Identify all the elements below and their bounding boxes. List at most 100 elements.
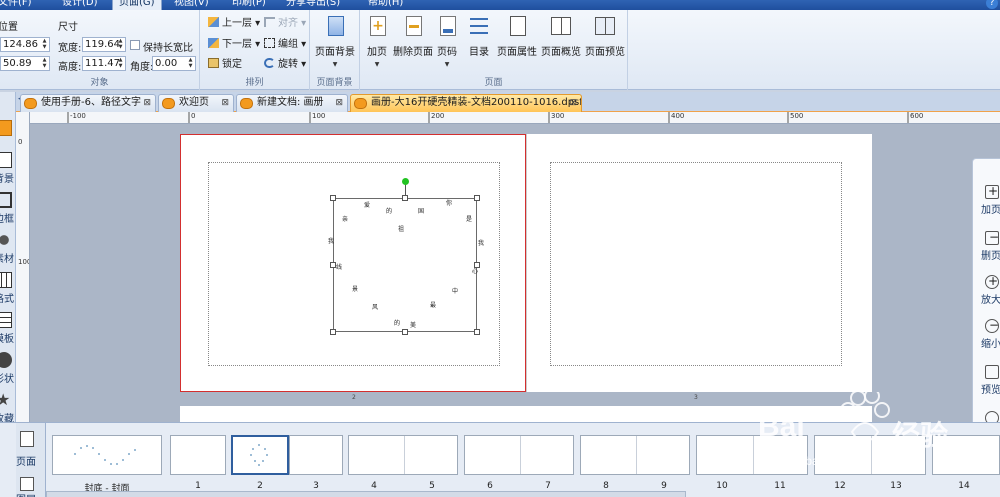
page-thumb[interactable] bbox=[932, 435, 1000, 475]
resize-handle[interactable] bbox=[474, 329, 480, 335]
resize-handle[interactable] bbox=[402, 329, 408, 335]
size-section-label: 尺寸 bbox=[58, 22, 78, 33]
menu-tab-print[interactable]: 印刷(P) bbox=[226, 0, 272, 10]
tool-shape[interactable]: 形状 bbox=[0, 348, 15, 388]
page-properties-button[interactable]: 页面属性 bbox=[494, 14, 540, 78]
keep-ratio-checkbox[interactable] bbox=[130, 40, 140, 50]
layer-panel-tab[interactable]: 图层 bbox=[16, 491, 36, 497]
path-text-char: 国 bbox=[418, 208, 425, 215]
tool-background[interactable]: 背景 bbox=[0, 148, 15, 188]
frame-icon bbox=[0, 192, 12, 208]
send-down-icon bbox=[208, 38, 219, 48]
doc-tab-new-album[interactable]: 新建文档: 画册 ⊠ bbox=[236, 94, 348, 112]
page-spread[interactable]: 我 亲 爱 的 祖 国 你 是 我 心 中 最 美 的 风 景 线 bbox=[180, 134, 872, 392]
doc-tab-welcome[interactable]: 欢迎页 ⊠ bbox=[158, 94, 234, 112]
resize-handle[interactable] bbox=[402, 195, 408, 201]
width-label: 宽度: bbox=[58, 43, 82, 54]
ruler-label: 100 bbox=[18, 258, 29, 266]
panel-zoom-in-button[interactable]: + 放大 bbox=[981, 274, 1000, 319]
lock-button[interactable]: 锁定 bbox=[208, 57, 242, 72]
page-overview-button[interactable]: 页面概览 bbox=[538, 14, 584, 78]
ruler-label: 600 bbox=[910, 112, 924, 120]
tool-template[interactable]: 模板 bbox=[0, 308, 15, 348]
ruler-label: -100 bbox=[70, 112, 86, 120]
format-icon bbox=[0, 272, 12, 288]
document-icon bbox=[240, 98, 253, 109]
panel-add-page-button[interactable]: + 加页 bbox=[981, 184, 1000, 229]
tool-format[interactable]: 格式 bbox=[0, 268, 15, 308]
menu-tab-page[interactable]: 页面(G) bbox=[112, 0, 162, 10]
page-preview-button[interactable]: 页面预览 bbox=[582, 14, 628, 78]
menu-tab-design[interactable]: 设计(D) bbox=[56, 0, 104, 10]
panel-zoom-out-button[interactable]: − 缩小 bbox=[981, 318, 1000, 363]
page-panel-icon[interactable] bbox=[20, 431, 34, 447]
page-background-button[interactable]: 页面背景 ▼ bbox=[312, 14, 358, 78]
width-input[interactable]: 119.64 ▲ ▼ bbox=[82, 37, 126, 52]
object-group-label: 对象 bbox=[90, 78, 109, 88]
rotate-button[interactable]: 旋转 ▾ bbox=[264, 57, 306, 72]
design-canvas[interactable]: 我 亲 爱 的 祖 国 你 是 我 心 中 最 美 的 风 景 线 2 3 bbox=[30, 124, 1000, 422]
close-tab-icon[interactable]: ⊠ bbox=[221, 95, 229, 111]
path-text-char: 我 bbox=[328, 238, 335, 245]
page-group-label: 页面 bbox=[484, 78, 503, 88]
panel-delete-page-button[interactable]: − 删页 bbox=[981, 230, 1000, 275]
path-text-char: 景 bbox=[352, 286, 359, 293]
resize-handle[interactable] bbox=[474, 195, 480, 201]
doc-tab-manual[interactable]: 使用手册-6、路径文字 ⊠ bbox=[20, 94, 156, 112]
doc-tab-album-active[interactable]: 画册-大16开硬壳精装-文档200110-1016.dpsf* ⊠ bbox=[350, 94, 582, 112]
menu-tab-help[interactable]: 帮助(H) bbox=[362, 0, 409, 10]
path-text-char: 中 bbox=[452, 288, 459, 295]
thumbnail-scrollbar[interactable] bbox=[46, 491, 686, 497]
close-tab-icon[interactable]: ⊠ bbox=[335, 95, 343, 111]
ruler-label: 100 bbox=[312, 112, 326, 120]
thumb-label: 9 bbox=[661, 481, 667, 491]
page-thumb[interactable] bbox=[170, 435, 226, 475]
bring-up-button[interactable]: 上一层 ▾ bbox=[208, 16, 260, 31]
thumb-label: 5 bbox=[429, 481, 435, 491]
menu-tab-view[interactable]: 视图(V) bbox=[168, 0, 215, 10]
send-down-button[interactable]: 下一层 ▾ bbox=[208, 37, 260, 52]
page-thumb-selected[interactable] bbox=[231, 435, 289, 475]
close-tab-icon[interactable]: ⊠ bbox=[569, 95, 577, 111]
page-thumb[interactable] bbox=[580, 435, 690, 475]
tool-material[interactable]: 素材 bbox=[0, 228, 15, 268]
angle-input[interactable]: 0.00 ▲ ▼ bbox=[152, 56, 196, 71]
page-background-icon bbox=[324, 16, 346, 40]
page-thumb-cover[interactable] bbox=[52, 435, 162, 475]
page-thumb[interactable] bbox=[464, 435, 574, 475]
next-page-spread[interactable] bbox=[180, 406, 872, 422]
group-icon bbox=[264, 38, 275, 48]
document-icon bbox=[354, 98, 367, 109]
page-thumb[interactable] bbox=[348, 435, 458, 475]
page-panel-tab[interactable]: 页面 bbox=[16, 453, 36, 468]
select-icon bbox=[0, 120, 12, 136]
help-icon[interactable]: ? bbox=[986, 0, 998, 9]
path-text-shape[interactable] bbox=[333, 198, 477, 332]
zoom-out-icon: − bbox=[985, 318, 999, 333]
page-thumb[interactable] bbox=[814, 435, 926, 475]
page-thumb[interactable] bbox=[696, 435, 808, 475]
close-tab-icon[interactable]: ⊠ bbox=[143, 95, 151, 111]
menu-tab-share-export[interactable]: 分享导出(S) bbox=[280, 0, 346, 10]
page-number-icon bbox=[436, 16, 458, 40]
rotate-handle[interactable] bbox=[402, 178, 409, 185]
thumb-label: 11 bbox=[774, 481, 786, 491]
page-thumb[interactable] bbox=[289, 435, 343, 475]
resize-handle[interactable] bbox=[330, 195, 336, 201]
panel-preview-button[interactable]: 预览 bbox=[981, 365, 1000, 409]
y-position-input[interactable]: 50.89 ▲ ▼ bbox=[0, 56, 50, 71]
menu-tab-file[interactable]: 文件(F) bbox=[0, 0, 38, 10]
x-position-input[interactable]: 124.86 ▲ ▼ bbox=[0, 37, 50, 52]
thumb-label: 1 bbox=[195, 481, 201, 491]
ruler-label: 0 bbox=[191, 112, 196, 120]
thumb-label: 3 bbox=[313, 481, 319, 491]
tool-frame[interactable]: 边框 bbox=[0, 188, 15, 228]
document-tab-strip: ◀ 使用手册-6、路径文字⊠ 欢迎页⊠ 新建文档: 画册⊠ 画册-大16开硬壳精… bbox=[16, 92, 1000, 112]
group-button[interactable]: 编组 ▾ bbox=[264, 37, 306, 52]
resize-handle[interactable] bbox=[330, 329, 336, 335]
align-button[interactable]: 对齐 ▾ bbox=[264, 16, 306, 31]
layer-panel-icon[interactable] bbox=[20, 477, 34, 491]
height-input[interactable]: 111.47 ▲ ▼ bbox=[82, 56, 126, 71]
path-text-char: 的 bbox=[386, 208, 393, 215]
lock-icon bbox=[208, 58, 219, 68]
